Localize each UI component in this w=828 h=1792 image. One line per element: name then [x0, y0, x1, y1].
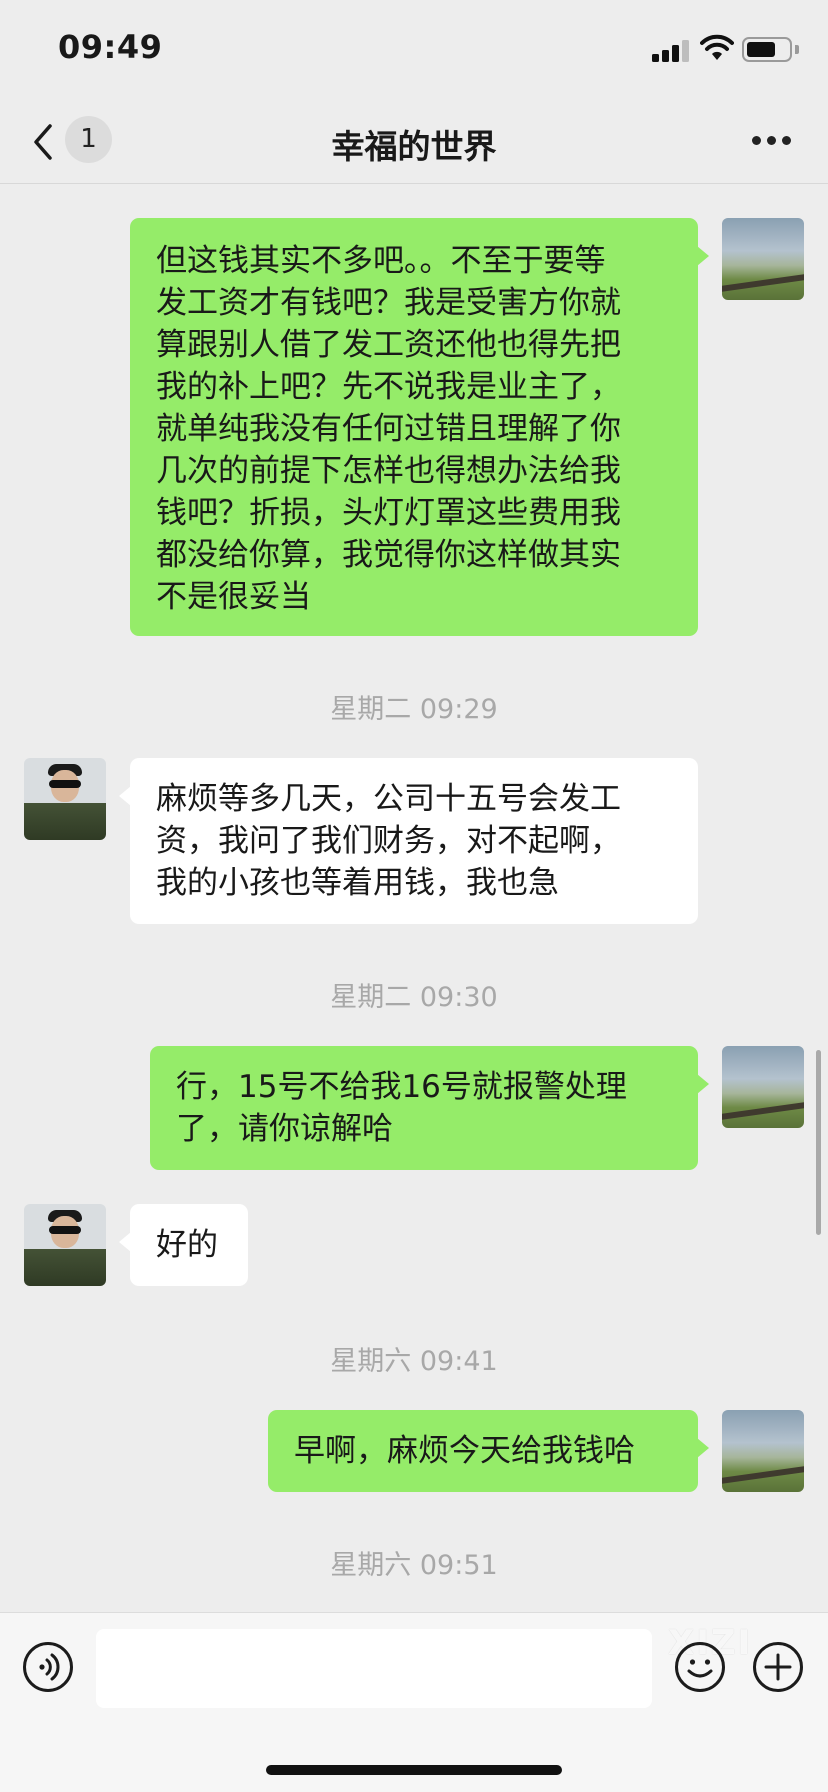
timestamp: 星期六 09:51	[330, 1550, 498, 1581]
timestamp: 星期二 09:30	[330, 982, 498, 1013]
more-dots-icon[interactable]	[752, 136, 792, 148]
battery-icon	[742, 37, 792, 62]
message-bubble-other[interactable]: 麻烦等多几天，公司十五号会发工 资，我问了我们财务，对不起啊， 我的小孩也等着用…	[119, 758, 698, 924]
status-time: 09:49	[58, 28, 163, 66]
self-avatar[interactable]	[722, 218, 804, 300]
message-text: 麻烦等多几天，公司十五号会发工 资，我问了我们财务，对不起啊， 我的小孩也等着用…	[156, 781, 621, 901]
wifi-icon	[700, 34, 734, 60]
message-text: 行，15号不给我16号就报警处理 了，请你谅解哈	[176, 1069, 627, 1147]
message-text: 但这钱其实不多吧。。不至于要等 发工资才有钱吧？我是受害方你就 算跟别人借了发工…	[156, 243, 621, 615]
timestamp: 星期二 09:29	[330, 694, 498, 725]
self-avatar[interactable]	[722, 1046, 804, 1128]
home-indicator[interactable]	[266, 1765, 562, 1775]
message-bubble-self[interactable]: 但这钱其实不多吧。。不至于要等 发工资才有钱吧？我是受害方你就 算跟别人借了发工…	[130, 218, 709, 636]
message-text: 早啊，麻烦今天给我钱哈	[294, 1433, 635, 1469]
message-input[interactable]	[96, 1629, 652, 1708]
input-bar: XIZI	[0, 1612, 828, 1792]
message-bubble-self[interactable]: 早啊，麻烦今天给我钱哈	[268, 1410, 709, 1492]
scrollbar[interactable]	[816, 1050, 821, 1235]
emoji-icon[interactable]	[674, 1641, 726, 1693]
status-bar: 09:49	[0, 0, 828, 100]
voice-icon[interactable]	[22, 1641, 74, 1693]
message-bubble-self[interactable]: 行，15号不给我16号就报警处理 了，请你谅解哈	[150, 1046, 709, 1170]
battery-tip	[795, 45, 799, 54]
timestamp: 星期六 09:41	[330, 1346, 498, 1377]
message-text: 好的	[156, 1227, 218, 1263]
chat-title: 幸福的世界	[331, 127, 497, 166]
contact-avatar[interactable]	[24, 758, 106, 840]
plus-icon[interactable]	[752, 1641, 804, 1693]
signal-icon	[652, 40, 692, 62]
message-bubble-other[interactable]: 好的	[119, 1204, 248, 1286]
contact-avatar[interactable]	[24, 1204, 106, 1286]
chat-header: 1 幸福的世界	[0, 100, 828, 184]
self-avatar[interactable]	[722, 1410, 804, 1492]
